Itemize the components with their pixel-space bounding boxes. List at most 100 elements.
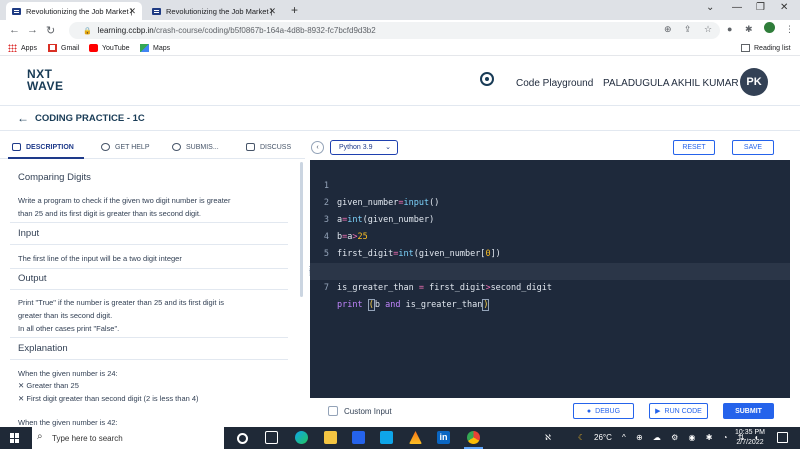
system-clock[interactable]: 10:35 PM 2/7/2022 [735,428,765,448]
language-select-value: Python 3.9 [339,144,373,151]
close-tab-icon[interactable]: ✕ [268,6,276,17]
back-icon[interactable]: ← [9,24,20,36]
code-text: is_greater_than = first_digit>second_dig… [337,283,552,293]
code-line[interactable]: 1 given_number=input() [310,161,790,208]
nxtwave-logo[interactable]: NXT WAVE [27,68,63,92]
install-icon[interactable]: ⊕ [664,24,672,35]
tab-search-icon[interactable]: ⌄ [706,2,714,13]
debug-button[interactable]: ● DEBUG [573,403,634,419]
search-icon: ⌕ [37,431,43,442]
reading-list-button[interactable]: Reading list [741,44,791,52]
avatar[interactable]: PK [740,68,768,96]
share-icon[interactable]: ⇪ [684,24,692,35]
taskbar-search-input[interactable]: ⌕ Type here to search [32,427,224,449]
custom-input-checkbox[interactable] [328,406,338,416]
tab-label: GET HELP [115,143,150,151]
bookmark-label: Maps [153,44,171,52]
file-explorer-icon[interactable] [324,431,337,444]
code-line[interactable]: 5 second_digit=int(given_number[1]) [310,229,790,276]
code-text: print (b and is_greater_than) [337,299,490,311]
gmail-icon [48,44,57,52]
tab-label: SUBMIS... [186,143,219,151]
vlc-icon[interactable] [409,431,422,444]
run-code-label: RUN CODE [664,407,702,415]
tab-description[interactable]: DESCRIPTION [12,143,74,151]
back-arrow-icon[interactable]: ← [17,111,29,125]
extension-icon[interactable]: ● [727,24,732,34]
store-icon[interactable] [352,431,365,444]
debug-label: DEBUG [595,407,621,415]
custom-input-label[interactable]: Custom Input [344,407,392,416]
menu-kebab-icon[interactable]: ⋮ [785,24,794,35]
forward-icon[interactable]: → [27,24,38,36]
bookmark-apps[interactable]: Apps [8,44,37,52]
url-bar[interactable]: 🔒 learning.ccbp.in /crash-course/coding/… [69,22,720,39]
profile-icon[interactable] [764,22,775,33]
code-line-active[interactable]: 7 print (b and is_greater_than) [310,263,790,311]
people-icon[interactable]: ℵ [545,433,551,442]
clock-time: 10:35 PM [735,429,765,436]
search-placeholder: Type here to search [52,433,123,443]
task-view-icon[interactable] [265,431,278,444]
reload-icon[interactable]: ↻ [46,24,55,37]
puzzle-icon[interactable]: ✱ [745,24,753,35]
explanation-heading: Explanation [18,343,68,354]
reset-button[interactable]: RESET [673,140,715,155]
chrome-icon[interactable] [464,431,483,449]
apps-grid-icon [8,44,17,52]
restore-icon[interactable]: ❐ [756,2,765,13]
problem-statement-line: Write a program to check if the given tw… [18,196,231,205]
problem-statement-line: than 25 and its first digit is greater t… [18,209,202,218]
mail-icon[interactable] [380,431,393,444]
reading-list-icon [741,44,750,52]
cortana-icon[interactable] [237,433,248,444]
code-line[interactable]: 6 is_greater_than = first_digit>second_d… [310,246,790,293]
user-name: PALADUGULA AKHIL KUMAR [603,78,739,89]
bookmark-gmail[interactable]: Gmail [48,44,79,52]
bookmark-star-icon[interactable]: ☆ [704,24,712,35]
code-editor[interactable]: 1 given_number=input() 2 a=int(given_num… [310,160,790,398]
edge-icon[interactable] [295,431,308,444]
new-tab-button[interactable]: + [291,3,298,17]
bookmark-maps[interactable]: Maps [140,44,170,52]
section-divider [10,222,288,223]
input-text: The first line of the input will be a tw… [18,254,182,263]
timer-icon[interactable] [480,72,494,86]
code-line[interactable]: 4 first_digit=int(given_number[0]) [310,212,790,259]
left-scrollbar[interactable] [300,162,303,297]
collapse-panel-button[interactable]: ‹ [311,141,324,154]
submit-button[interactable]: SUBMIT [723,403,774,419]
input-heading: Input [18,228,40,239]
tab-submissions[interactable]: SUBMIS... [172,143,219,151]
url-host: learning.ccbp.in [97,26,154,35]
play-icon: ▶ [655,408,661,415]
bookmarks-bar: Apps Gmail YouTube Maps Reading list [0,41,800,56]
problem-title: Comparing Digits [18,172,91,183]
active-tab-indicator [8,157,84,159]
bookmark-youtube[interactable]: YouTube [89,44,130,52]
tab-label: DESCRIPTION [26,143,74,151]
code-line[interactable]: 2 a=int(given_number) [310,178,790,225]
tab-discuss[interactable]: DISCUSS [246,143,291,151]
code-playground-link[interactable]: Code Playground [516,78,593,89]
explanation-line: When the given number is 24: [18,369,118,378]
save-button[interactable]: SAVE [732,140,774,155]
windows-start-icon[interactable] [10,433,20,443]
tab-get-help[interactable]: GET HELP [101,143,150,151]
close-window-icon[interactable]: ✕ [780,2,788,13]
code-line[interactable]: 3 b=a>25 [310,195,790,242]
language-select[interactable]: Python 3.9 ⌄ [330,140,398,155]
page-title-bar: ← CODING PRACTICE - 1C [0,106,800,131]
minimize-icon[interactable]: — [732,2,742,13]
problem-description: Comparing Digits Write a program to chec… [0,160,300,430]
linkedin-icon[interactable]: in [437,431,450,444]
close-tab-icon[interactable]: ✕ [128,6,136,17]
weather-icon[interactable]: ☾ [578,433,585,442]
browser-tab-1[interactable]: Revolutionizing the Job Market | ✕ [6,2,142,20]
notification-icon[interactable] [777,432,788,443]
chat-icon [246,143,255,151]
weather-temp[interactable]: 26°C [594,433,612,442]
browser-tab-title: Revolutionizing the Job Market | [166,6,273,16]
browser-tab-2[interactable]: Revolutionizing the Job Market | ✕ [146,2,282,20]
run-code-button[interactable]: ▶ RUN CODE [649,403,708,419]
